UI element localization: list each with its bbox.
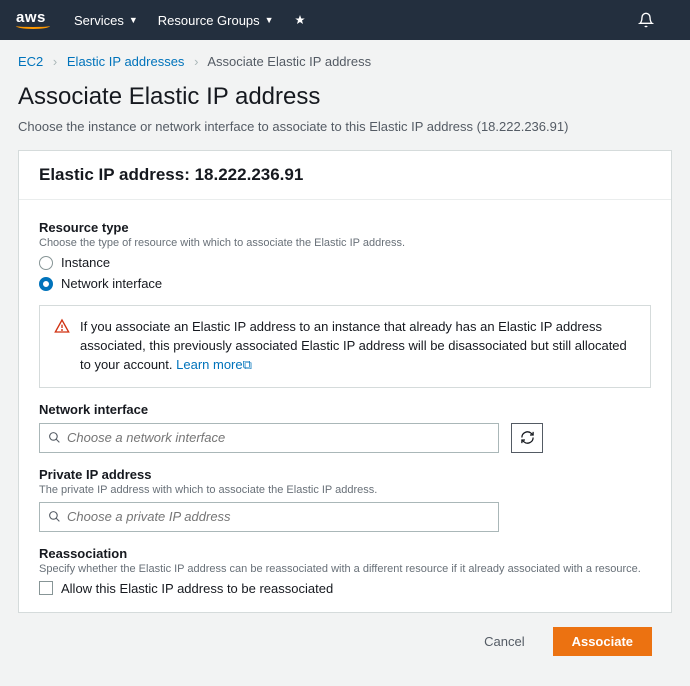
form-footer: Cancel Associate: [18, 613, 672, 670]
top-nav: aws Services ▼ Resource Groups ▼: [0, 0, 690, 40]
cancel-button[interactable]: Cancel: [466, 627, 542, 656]
form-panel: Elastic IP address: 18.222.236.91 Resour…: [18, 150, 672, 613]
panel-header: Elastic IP address: 18.222.236.91: [19, 151, 671, 200]
network-interface-field[interactable]: [67, 430, 490, 445]
network-interface-input[interactable]: [39, 423, 499, 453]
nav-label: Resource Groups: [158, 13, 260, 28]
checkbox-label: Allow this Elastic IP address to be reas…: [61, 581, 333, 596]
chevron-right-icon: ›: [53, 54, 57, 69]
services-menu[interactable]: Services ▼: [74, 13, 138, 28]
breadcrumb-ec2[interactable]: EC2: [18, 54, 43, 69]
warning-icon: [54, 318, 70, 375]
private-ip-input[interactable]: [39, 502, 499, 532]
network-interface-label: Network interface: [39, 402, 651, 417]
aws-smile-icon: [16, 23, 50, 29]
alert-text: If you associate an Elastic IP address t…: [80, 318, 636, 375]
alert-body: If you associate an Elastic IP address t…: [80, 319, 627, 372]
learn-more-label: Learn more: [176, 357, 242, 372]
reassociation-label: Reassociation: [39, 546, 651, 561]
checkbox-icon: [39, 581, 53, 595]
page-description: Choose the instance or network interface…: [18, 119, 672, 134]
chevron-down-icon: ▼: [129, 15, 138, 25]
search-icon: [48, 510, 61, 523]
reassociation-checkbox[interactable]: Allow this Elastic IP address to be reas…: [39, 581, 651, 596]
refresh-icon: [520, 430, 535, 445]
learn-more-link[interactable]: Learn more⧉: [176, 357, 252, 372]
resource-groups-menu[interactable]: Resource Groups ▼: [158, 13, 274, 28]
resource-type-label: Resource type: [39, 220, 651, 235]
radio-instance[interactable]: Instance: [39, 255, 651, 270]
resource-type-hint: Choose the type of resource with which t…: [39, 237, 651, 249]
breadcrumb: EC2 › Elastic IP addresses › Associate E…: [0, 40, 690, 77]
breadcrumb-current: Associate Elastic IP address: [207, 54, 371, 69]
page-title: Associate Elastic IP address: [18, 83, 672, 111]
radio-label: Instance: [61, 255, 110, 270]
breadcrumb-eip[interactable]: Elastic IP addresses: [67, 54, 185, 69]
reassociation-hint: Specify whether the Elastic IP address c…: [39, 563, 651, 575]
private-ip-label: Private IP address: [39, 467, 651, 482]
notifications-icon[interactable]: [638, 12, 654, 28]
radio-label: Network interface: [61, 276, 162, 291]
chevron-down-icon: ▼: [265, 15, 274, 25]
private-ip-field[interactable]: [67, 509, 490, 524]
aws-logo[interactable]: aws: [16, 11, 50, 29]
private-ip-hint: The private IP address with which to ass…: [39, 484, 651, 496]
radio-icon-selected: [39, 277, 53, 291]
radio-network-interface[interactable]: Network interface: [39, 276, 651, 291]
warning-alert: If you associate an Elastic IP address t…: [39, 305, 651, 388]
associate-button[interactable]: Associate: [553, 627, 652, 656]
nav-label: Services: [74, 13, 124, 28]
radio-icon: [39, 256, 53, 270]
chevron-right-icon: ›: [194, 54, 198, 69]
refresh-button[interactable]: [511, 423, 543, 453]
external-link-icon: ⧉: [243, 357, 252, 372]
search-icon: [48, 431, 61, 444]
pin-icon[interactable]: [294, 14, 306, 26]
